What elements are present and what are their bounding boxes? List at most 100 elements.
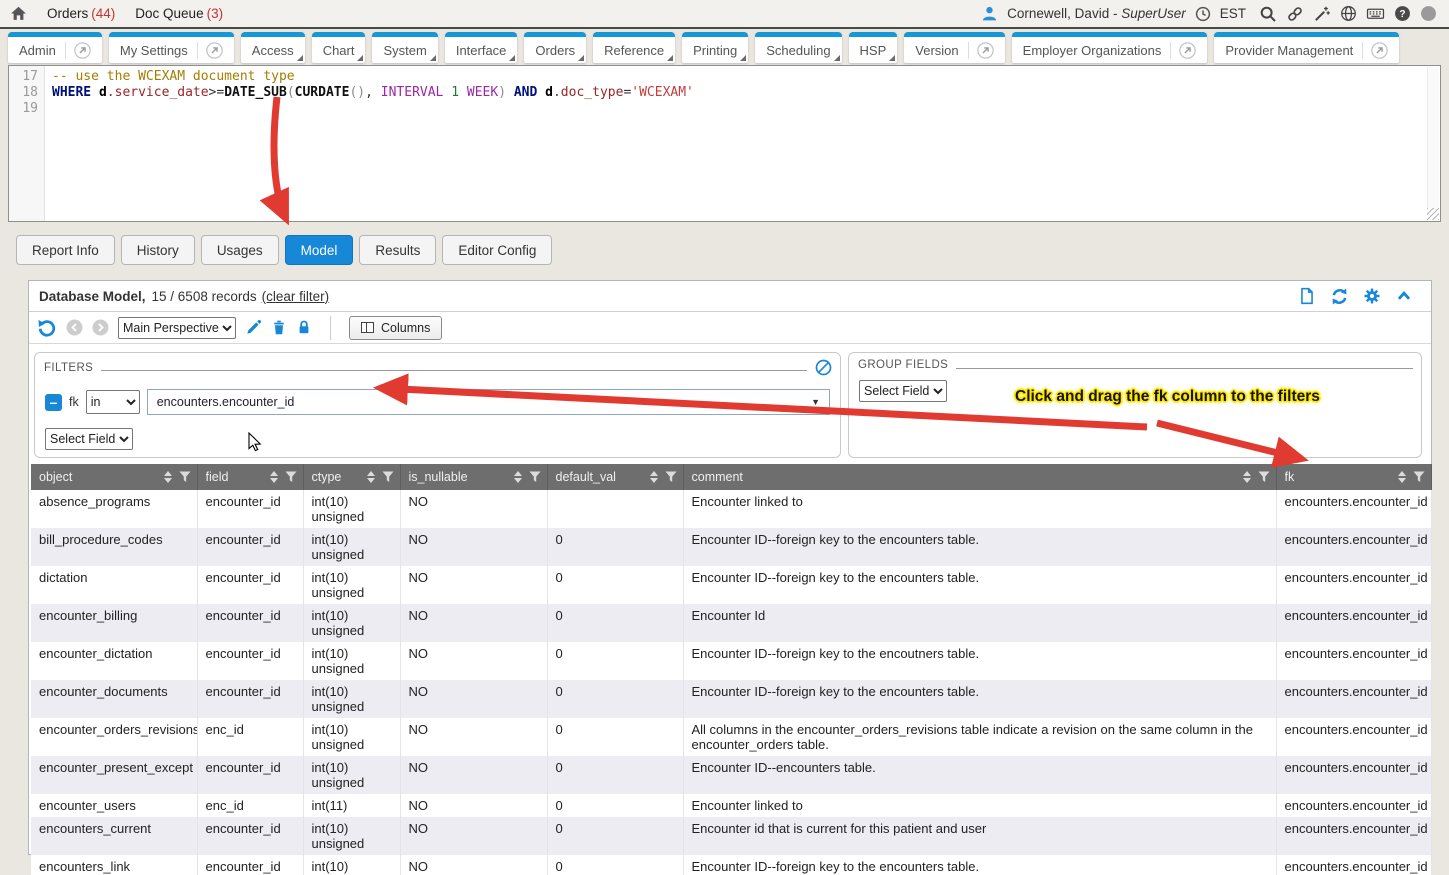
table-row[interactable]: encounter_billingencounter_idint(10) uns… xyxy=(31,604,1431,642)
table-row[interactable]: encounter_documentsencounter_idint(10) u… xyxy=(31,680,1431,718)
home-icon[interactable] xyxy=(10,5,27,22)
avatar-circle[interactable] xyxy=(1420,5,1437,22)
editor-code[interactable]: -- use the WCEXAM document typeWHERE d.s… xyxy=(45,66,1440,221)
sql-editor[interactable]: 171819 -- use the WCEXAM document typeWH… xyxy=(8,65,1441,222)
open-in-new-icon[interactable] xyxy=(65,42,91,59)
filter-funnel-icon[interactable] xyxy=(1258,471,1270,483)
tab-editor-config[interactable]: Editor Config xyxy=(442,235,552,265)
filter-funnel-icon[interactable] xyxy=(1413,471,1425,483)
nav-tab-my-settings[interactable]: My Settings xyxy=(109,32,234,63)
table-row[interactable]: encounter_dictationencounter_idint(10) u… xyxy=(31,642,1431,680)
globe-icon[interactable] xyxy=(1340,5,1357,22)
delete-trash-icon[interactable] xyxy=(271,319,287,336)
cell-field: encounter_id xyxy=(197,566,303,604)
table-row[interactable]: dictationencounter_idint(10) unsignedNO0… xyxy=(31,566,1431,604)
column-header-object[interactable]: object xyxy=(31,464,197,490)
nav-tab-label: Admin xyxy=(19,43,56,58)
nav-tab-scheduling[interactable]: Scheduling xyxy=(755,32,841,63)
column-header-comment[interactable]: comment xyxy=(683,464,1276,490)
sort-icon[interactable] xyxy=(164,471,172,483)
topbar-link-orders[interactable]: Orders(44) xyxy=(47,6,115,21)
tab-history[interactable]: History xyxy=(121,235,195,265)
settings-gear-icon[interactable] xyxy=(1363,287,1381,305)
cell-comment: Encounter ID--foreign key to the encount… xyxy=(683,566,1276,604)
link-icon[interactable] xyxy=(1286,5,1304,23)
nav-tab-access[interactable]: Access xyxy=(241,32,305,63)
filter-funnel-icon[interactable] xyxy=(529,471,541,483)
nav-tab-label: Version xyxy=(915,43,958,58)
tab-report-info[interactable]: Report Info xyxy=(16,235,115,265)
columns-button[interactable]: Columns xyxy=(349,316,442,340)
column-header-field[interactable]: field xyxy=(197,464,303,490)
filters-box: FILTERS – fk in encounters.encounter_id … xyxy=(34,352,841,458)
editor-scrollbar[interactable] xyxy=(1427,67,1439,210)
column-header-ctype[interactable]: ctype xyxy=(303,464,400,490)
nav-back-icon[interactable] xyxy=(66,319,83,336)
edit-pencil-icon[interactable] xyxy=(245,319,262,336)
user-name[interactable]: Cornewell, David - SuperUser xyxy=(1007,6,1186,21)
new-document-icon[interactable] xyxy=(1298,287,1316,305)
column-header-is-nullable[interactable]: is_nullable xyxy=(400,464,547,490)
sort-icon[interactable] xyxy=(650,471,658,483)
sort-icon[interactable] xyxy=(270,471,278,483)
wand-icon[interactable] xyxy=(1313,5,1331,23)
help-icon[interactable]: ? xyxy=(1394,5,1411,22)
nav-tab-interface[interactable]: Interface xyxy=(445,32,518,63)
nav-tab-printing[interactable]: Printing xyxy=(682,32,748,63)
column-header-default-val[interactable]: default_val xyxy=(547,464,683,490)
open-in-new-icon[interactable] xyxy=(968,42,994,59)
nav-tab-employer-organizations[interactable]: Employer Organizations xyxy=(1012,32,1208,63)
search-icon[interactable] xyxy=(1259,5,1277,23)
table-row[interactable]: encounter_usersenc_idint(11)NO0Encounter… xyxy=(31,794,1431,817)
clear-filter-link[interactable]: (clear filter) xyxy=(262,289,330,304)
clear-filters-icon[interactable] xyxy=(815,359,832,376)
view-tabs: Report InfoHistoryUsagesModelResultsEdit… xyxy=(16,235,552,265)
nav-tab-provider-management[interactable]: Provider Management xyxy=(1214,32,1399,63)
nav-tab-version[interactable]: Version xyxy=(904,32,1004,63)
tab-model[interactable]: Model xyxy=(285,235,354,265)
filter-funnel-icon[interactable] xyxy=(665,471,677,483)
filter-operator-select[interactable]: in xyxy=(86,390,140,414)
lock-icon[interactable] xyxy=(296,319,312,336)
collapse-chevron-icon[interactable] xyxy=(1395,287,1413,305)
sort-icon[interactable] xyxy=(367,471,375,483)
nav-tab-admin[interactable]: Admin xyxy=(8,32,102,63)
table-row[interactable]: encounters_currentencounter_idint(10) un… xyxy=(31,817,1431,855)
nav-tab-reference[interactable]: Reference xyxy=(593,32,675,63)
remove-filter-button[interactable]: – xyxy=(45,394,62,411)
filter-funnel-icon[interactable] xyxy=(382,471,394,483)
nav-tab-chart[interactable]: Chart xyxy=(312,32,366,63)
perspective-select[interactable]: Main Perspective xyxy=(118,317,236,339)
table-row[interactable]: absence_programsencounter_idint(10) unsi… xyxy=(31,490,1431,528)
open-in-new-icon[interactable] xyxy=(1362,42,1388,59)
nav-forward-icon[interactable] xyxy=(92,319,109,336)
filter-funnel-icon[interactable] xyxy=(285,471,297,483)
table-row[interactable]: encounters_linkencounter_idint(10) unsig… xyxy=(31,855,1431,875)
sort-icon[interactable] xyxy=(1398,471,1406,483)
tab-usages[interactable]: Usages xyxy=(201,235,279,265)
panel-toolbar: Main Perspective Columns xyxy=(29,312,1431,344)
sort-icon[interactable] xyxy=(514,471,522,483)
add-filter-field-select[interactable]: Select Field xyxy=(45,428,133,450)
nav-tab-hsp[interactable]: HSP xyxy=(849,32,898,63)
open-in-new-icon[interactable] xyxy=(1170,42,1196,59)
nav-tab-system[interactable]: System xyxy=(372,32,437,63)
tab-results[interactable]: Results xyxy=(359,235,436,265)
nav-tab-orders[interactable]: Orders xyxy=(524,32,586,63)
add-group-field-select[interactable]: Select Field xyxy=(859,380,947,402)
filter-funnel-icon[interactable] xyxy=(179,471,191,483)
dropdown-caret-icon[interactable]: ▼ xyxy=(811,397,820,407)
sort-icon[interactable] xyxy=(1243,471,1251,483)
column-header-fk[interactable]: fk xyxy=(1276,464,1431,490)
table-row[interactable]: encounter_orders_revisionsenc_idint(10) … xyxy=(31,718,1431,756)
filter-value-input[interactable]: encounters.encounter_id ▼ xyxy=(147,389,830,415)
topbar-link-doc-queue[interactable]: Doc Queue(3) xyxy=(135,6,223,21)
keyboard-icon[interactable] xyxy=(1366,5,1385,22)
undo-icon[interactable] xyxy=(37,318,57,338)
table-row[interactable]: encounter_present_exceptencounter_idint(… xyxy=(31,756,1431,794)
table-row[interactable]: bill_procedure_codesencounter_idint(10) … xyxy=(31,528,1431,566)
cell-default-val: 0 xyxy=(547,680,683,718)
open-in-new-icon[interactable] xyxy=(197,42,223,59)
editor-resize-handle[interactable] xyxy=(1427,208,1439,220)
refresh-icon[interactable] xyxy=(1330,287,1349,306)
